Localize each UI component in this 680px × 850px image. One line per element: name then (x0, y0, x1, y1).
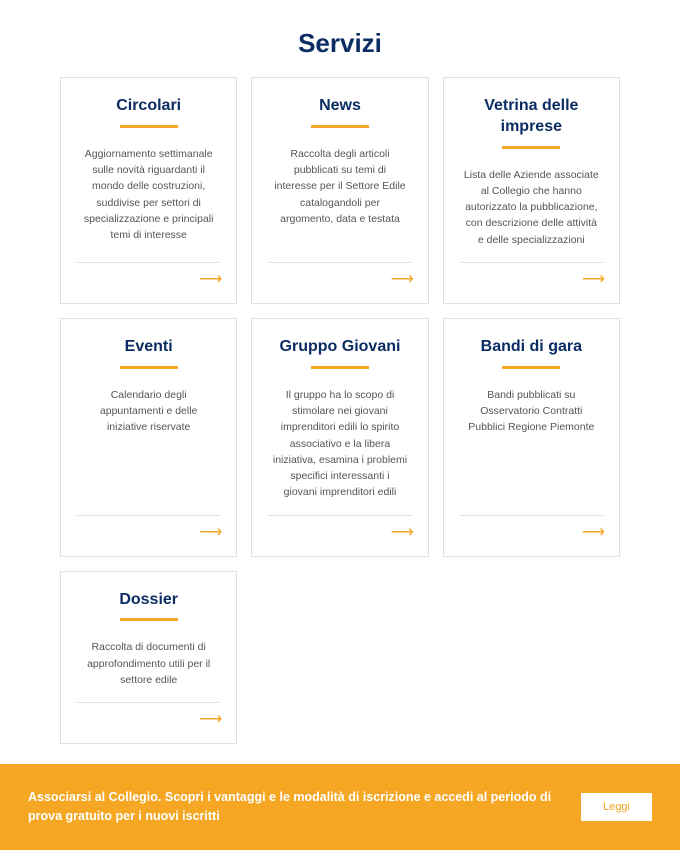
arrow-right-icon[interactable]: ⟶ (199, 525, 220, 541)
card-desc: Raccolta di documenti di approfondimento… (77, 639, 220, 688)
card-circolari[interactable]: Circolari Aggiornamento settimanale sull… (60, 77, 237, 304)
card-title: Eventi (77, 337, 220, 377)
page-title: Servizi (0, 0, 680, 77)
card-title: Circolari (77, 96, 220, 136)
cta-banner: Associarsi al Collegio. Scopri i vantagg… (0, 764, 680, 850)
arrow-right-icon[interactable]: ⟶ (391, 272, 412, 288)
card-desc: Raccolta degli articoli pubblicati su te… (268, 146, 411, 248)
card-title: News (268, 96, 411, 136)
card-desc: Calendario degli appuntamenti e delle in… (77, 387, 220, 501)
card-title: Vetrina delle imprese (460, 96, 603, 157)
services-grid: Circolari Aggiornamento settimanale sull… (0, 77, 680, 764)
card-footer: ⟶ (77, 702, 220, 729)
card-title: Gruppo Giovani (268, 337, 411, 377)
card-footer: ⟶ (77, 515, 220, 542)
card-gruppo-giovani[interactable]: Gruppo Giovani Il gruppo ha lo scopo di … (251, 318, 428, 557)
arrow-right-icon[interactable]: ⟶ (582, 272, 603, 288)
card-footer: ⟶ (77, 262, 220, 289)
arrow-right-icon[interactable]: ⟶ (199, 712, 220, 728)
card-footer: ⟶ (268, 515, 411, 542)
card-desc: Il gruppo ha lo scopo di stimolare nei g… (268, 387, 411, 501)
card-footer: ⟶ (460, 515, 603, 542)
banner-read-button[interactable]: Leggi (581, 793, 652, 821)
card-eventi[interactable]: Eventi Calendario degli appuntamenti e d… (60, 318, 237, 557)
card-desc: Lista delle Aziende associate al Collegi… (460, 167, 603, 248)
card-bandi[interactable]: Bandi di gara Bandi pubblicati su Osserv… (443, 318, 620, 557)
card-dossier[interactable]: Dossier Raccolta di documenti di approfo… (60, 571, 237, 745)
card-news[interactable]: News Raccolta degli articoli pubblicati … (251, 77, 428, 304)
arrow-right-icon[interactable]: ⟶ (391, 525, 412, 541)
arrow-right-icon[interactable]: ⟶ (582, 525, 603, 541)
banner-text: Associarsi al Collegio. Scopri i vantagg… (28, 788, 561, 826)
card-title: Dossier (77, 590, 220, 630)
card-desc: Bandi pubblicati su Osservatorio Contrat… (460, 387, 603, 501)
card-footer: ⟶ (268, 262, 411, 289)
card-title: Bandi di gara (460, 337, 603, 377)
card-desc: Aggiornamento settimanale sulle novità r… (77, 146, 220, 248)
card-footer: ⟶ (460, 262, 603, 289)
card-vetrina[interactable]: Vetrina delle imprese Lista delle Aziend… (443, 77, 620, 304)
arrow-right-icon[interactable]: ⟶ (199, 272, 220, 288)
